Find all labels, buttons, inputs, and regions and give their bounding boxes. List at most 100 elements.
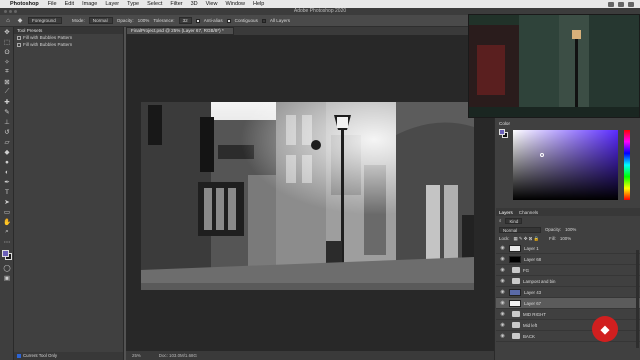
zoom-level[interactable]: 25% [132,351,141,360]
visibility-eye-icon[interactable]: ◉ [499,256,506,262]
pen-tool-icon[interactable]: ✒ [0,177,14,187]
menu-type[interactable]: Type [127,1,139,7]
home-icon[interactable]: ⌂ [4,17,12,25]
blur-tool-icon[interactable]: ● [0,157,14,167]
layer-row[interactable]: ◉ Layer 1 [496,243,640,254]
visibility-eye-icon[interactable]: ◉ [499,311,506,317]
minimize-window-button[interactable] [9,10,12,13]
document-tab[interactable]: FinalProject.psd @ 25% (Layer 67, RGB/8*… [126,27,234,35]
current-tool-only-toggle[interactable]: Current Tool Only [14,352,123,360]
all-layers-checkbox[interactable] [261,18,266,23]
lasso-tool-icon[interactable]: ʘ [0,47,14,57]
zoom-window-button[interactable] [14,10,17,13]
opacity-value[interactable]: 100% [138,18,150,23]
visibility-eye-icon[interactable]: ◉ [499,289,506,295]
wifi-icon[interactable] [608,1,614,7]
layer-row[interactable]: ◉ Layer 67 [496,298,640,309]
brush-tool-icon[interactable]: ✎ [0,107,14,117]
layer-row[interactable]: ◉ MID RIGHT [496,309,640,320]
color-swatches[interactable] [0,249,14,263]
mode-select[interactable]: Normal [88,17,113,24]
paint-bucket-tool-icon[interactable]: ◆ [16,17,24,25]
lock-row: Lock: ▦ ✎ ✥ ⊠ 🔒 Fill: 100% [496,234,640,243]
foreground-color-chip[interactable] [499,129,505,135]
fill-source-select[interactable]: Foreground [28,17,62,24]
close-window-button[interactable] [4,10,7,13]
visibility-eye-icon[interactable]: ◉ [499,267,506,273]
menu-view[interactable]: View [206,1,218,7]
preset-item[interactable]: Fill with Bubbles Pattern [14,34,123,41]
tab-channels[interactable]: Channels [519,210,538,215]
visibility-eye-icon[interactable]: ◉ [499,245,506,251]
color-panel-title[interactable]: Color [496,120,640,127]
doc-size[interactable]: Doc: 103.0M/1.68G [159,351,197,360]
eraser-tool-icon[interactable]: ▱ [0,137,14,147]
hand-tool-icon[interactable]: ✋ [0,217,14,227]
type-tool-icon[interactable]: T [0,187,14,197]
current-tool-only-checkbox[interactable] [17,354,21,358]
tolerance-input[interactable]: 32 [178,17,192,24]
document-canvas[interactable] [126,35,494,351]
foreground-color-swatch[interactable] [2,250,9,257]
layer-row[interactable]: ◉ Layer 43 [496,287,640,298]
layer-kind-filter[interactable]: Kind [505,217,523,224]
layers-panel: Layers Channels ⌕ Kind Normal Opacity: 1… [496,208,640,360]
visibility-eye-icon[interactable]: ◉ [499,322,506,328]
history-brush-tool-icon[interactable]: ↺ [0,127,14,137]
clock-icon[interactable] [628,1,634,7]
screen-mode-icon[interactable]: ▣ [0,273,14,283]
lock-icons[interactable]: ▦ ✎ ✥ ⊠ 🔒 [514,236,540,242]
preset-item[interactable]: Fill with Bubbles Pattern [14,41,123,48]
fill-value[interactable]: 100% [560,236,571,241]
menu-image[interactable]: Image [82,1,97,7]
layer-opacity-value[interactable]: 100% [565,227,576,232]
color-panel-swatches[interactable] [499,129,508,138]
tab-layers[interactable]: Layers [499,210,513,215]
zoom-tool-icon[interactable]: ⌕ [0,227,14,237]
color-picker-field[interactable] [513,130,618,200]
battery-icon[interactable] [618,1,624,7]
layer-row[interactable]: ◉ FG [496,265,640,276]
healing-brush-tool-icon[interactable]: ✚ [0,97,14,107]
menu-layer[interactable]: Layer [105,1,119,7]
blend-mode-select[interactable]: Normal [499,226,541,233]
menu-file[interactable]: File [48,1,57,7]
menu-select[interactable]: Select [147,1,162,7]
menu-app-name[interactable]: Photoshop [10,1,39,7]
magic-wand-tool-icon[interactable]: ✧ [0,57,14,67]
menu-filter[interactable]: Filter [170,1,182,7]
eyedropper-tool-icon[interactable]: ⟋ [0,87,14,97]
layer-row[interactable]: ◉ Lampost and bin [496,276,640,287]
preset-label: Fill with Bubbles Pattern [23,35,73,40]
contiguous-checkbox[interactable] [226,18,231,23]
more-tools-icon[interactable]: ⋯ [0,237,14,247]
dodge-tool-icon[interactable]: ◐ [0,167,14,177]
move-tool-icon[interactable]: ✥ [0,27,14,37]
layer-list: ◉ Layer 1 ◉ Layer 68 ◉ FG ◉ Lampost and bin ◉ Lay… [496,243,640,342]
tool-presets-title[interactable]: Tool Presets [14,27,123,34]
menu-3d[interactable]: 3D [191,1,198,7]
color-picker-cursor[interactable] [540,153,544,157]
stamp-tool-icon[interactable]: ⊥ [0,117,14,127]
crop-tool-icon[interactable]: ⌗ [0,67,14,77]
tool-presets-panel: Tool Presets Fill with Bubbles Pattern F… [14,27,124,360]
visibility-eye-icon[interactable]: ◉ [499,333,506,339]
shape-tool-icon[interactable]: ▭ [0,207,14,217]
menu-edit[interactable]: Edit [65,1,74,7]
layer-row[interactable]: ◉ Mid left [496,320,640,331]
visibility-eye-icon[interactable]: ◉ [499,278,506,284]
frame-tool-icon[interactable]: ⊠ [0,77,14,87]
quick-mask-icon[interactable]: ◯ [0,263,14,273]
visibility-eye-icon[interactable]: ◉ [499,300,506,306]
hue-slider[interactable] [624,130,630,200]
menu-window[interactable]: Window [225,1,245,7]
paint-bucket-tool-icon[interactable]: ◆ [0,147,14,157]
layer-row[interactable]: ◉ BACK [496,331,640,342]
canvas-area[interactable] [126,35,494,351]
path-selection-tool-icon[interactable]: ➤ [0,197,14,207]
antialias-checkbox[interactable] [195,18,200,23]
layer-row[interactable]: ◉ Layer 68 [496,254,640,265]
layers-scrollbar[interactable] [636,250,639,348]
marquee-tool-icon[interactable]: ⬚ [0,37,14,47]
menu-help[interactable]: Help [253,1,264,7]
